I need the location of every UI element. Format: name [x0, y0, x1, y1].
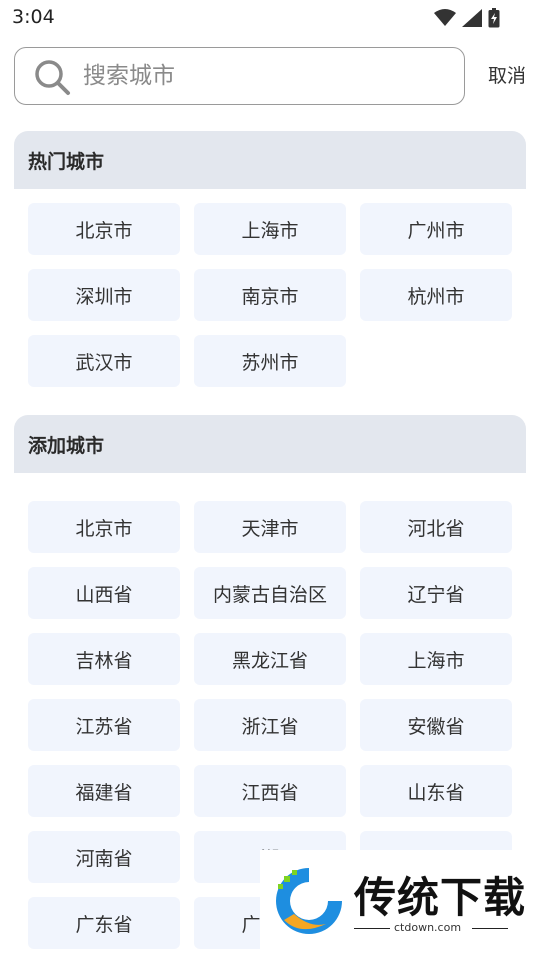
province-chip[interactable]: 吉林省: [28, 633, 180, 685]
hot-city-chip[interactable]: 杭州市: [360, 269, 512, 321]
hot-city-chip[interactable]: 苏州市: [194, 335, 346, 387]
province-chip[interactable]: 山东省: [360, 765, 512, 817]
search-icon: [35, 60, 70, 95]
watermark: 传统下载 ctdown.com: [260, 850, 540, 960]
province-chip[interactable]: 福建省: [28, 765, 180, 817]
hot-city-chip[interactable]: 北京市: [28, 203, 180, 255]
status-bar: 3:04: [0, 0, 540, 36]
province-chip[interactable]: 上海市: [360, 633, 512, 685]
watermark-divider: [472, 928, 508, 929]
province-chip[interactable]: 安徽省: [360, 699, 512, 751]
province-chip[interactable]: 河南省: [28, 831, 180, 883]
watermark-title: 传统下载: [354, 873, 527, 922]
battery-icon: [488, 8, 500, 28]
province-chip[interactable]: 江西省: [194, 765, 346, 817]
province-chip[interactable]: 北京市: [28, 501, 180, 553]
hot-city-chip[interactable]: 广州市: [360, 203, 512, 255]
province-chip[interactable]: 江苏省: [28, 699, 180, 751]
add-cities-header: 添加城市: [14, 415, 526, 473]
province-chip[interactable]: 浙江省: [194, 699, 346, 751]
search-box[interactable]: [14, 47, 465, 105]
hot-city-chip[interactable]: 深圳市: [28, 269, 180, 321]
province-chip[interactable]: 黑龙江省: [194, 633, 346, 685]
search-row: 取消: [14, 47, 526, 105]
province-chip[interactable]: 辽宁省: [360, 567, 512, 619]
hot-cities-grid: 北京市 上海市 广州市 深圳市 南京市 杭州市 武汉市 苏州市: [28, 203, 512, 387]
province-chip[interactable]: 山西省: [28, 567, 180, 619]
cancel-button[interactable]: 取消: [488, 61, 526, 88]
province-chip[interactable]: 内蒙古自治区: [194, 567, 346, 619]
hot-cities-header: 热门城市: [14, 131, 526, 189]
status-time: 3:04: [12, 6, 55, 28]
signal-icon: [462, 9, 482, 27]
wifi-icon: [434, 9, 456, 26]
province-chip[interactable]: 河北省: [360, 501, 512, 553]
watermark-divider: [354, 928, 390, 929]
hot-city-chip[interactable]: 南京市: [194, 269, 346, 321]
search-input[interactable]: [83, 56, 453, 96]
hot-city-chip[interactable]: 上海市: [194, 203, 346, 255]
watermark-url: ctdown.com: [394, 921, 462, 934]
status-icons: [434, 8, 500, 28]
province-chip[interactable]: 天津市: [194, 501, 346, 553]
hot-city-chip[interactable]: 武汉市: [28, 335, 180, 387]
province-chip[interactable]: 广东省: [28, 897, 180, 949]
watermark-logo-icon: [276, 868, 342, 934]
